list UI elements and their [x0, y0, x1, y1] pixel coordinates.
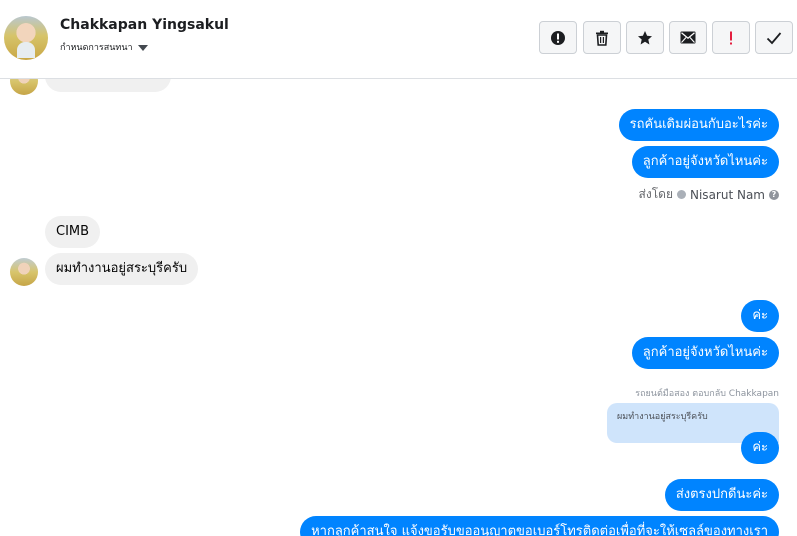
contact-name[interactable]: Chakkapan Yingsakul: [60, 17, 229, 33]
outgoing-message[interactable]: ค่ะ: [741, 432, 779, 464]
sent-by-info: ส่งโดย Nisarut Nam ?: [639, 185, 779, 204]
follow-up-button[interactable]: [712, 21, 750, 54]
outgoing-message[interactable]: หากลูกค้าสนใจ แจ้งขอรับขออนุญาตขอเบอร์โท…: [300, 516, 779, 536]
verified-icon: [677, 190, 686, 199]
follow-up-icon: [730, 31, 732, 44]
checkmark-icon: [766, 31, 782, 44]
outgoing-message[interactable]: ลูกค้าอยู่จังหวัดไหนค่ะ: [631, 337, 779, 369]
delete-button[interactable]: [583, 21, 621, 54]
caret-down-icon: [137, 44, 148, 51]
incoming-message[interactable]: ผมทำงานอยู่สระบุรีครับ: [45, 253, 199, 285]
contact-avatar-small[interactable]: [10, 79, 38, 95]
report-button[interactable]: [539, 21, 577, 54]
reply-context: รถยนต์มือสอง ตอบกลับ Chakkapan: [635, 389, 779, 399]
star-button[interactable]: [626, 21, 664, 54]
outgoing-message[interactable]: ค่ะ: [741, 300, 779, 332]
contact-avatar-small[interactable]: [10, 258, 38, 286]
sent-by-label: ส่งโดย: [638, 187, 673, 201]
conversation-header: Chakkapan Yingsakul กำหนดการสนทนา: [0, 0, 797, 79]
assign-conversation-dropdown[interactable]: กำหนดการสนทนา: [60, 40, 148, 54]
help-icon[interactable]: ?: [769, 189, 779, 200]
incoming-message[interactable]: CIMB: [45, 216, 101, 248]
outgoing-message[interactable]: ลูกค้าอยู่จังหวัดไหนค่ะ: [631, 146, 779, 178]
contact-avatar[interactable]: [4, 16, 48, 60]
envelope-icon: [680, 31, 696, 44]
report-icon: [551, 30, 565, 45]
trash-icon: [596, 30, 608, 46]
done-button[interactable]: [755, 21, 793, 54]
star-icon: [638, 30, 652, 44]
outgoing-message[interactable]: ส่งตรงปกดีนะค่ะ: [664, 479, 779, 511]
mark-unread-button[interactable]: [669, 21, 707, 54]
message-thread[interactable]: พนักงานบริษัทครับ รถคันเดิมผ่อนกับอะไรค่…: [0, 79, 797, 536]
incoming-message[interactable]: พนักงานบริษัทครับ: [45, 79, 172, 92]
assign-conversation-label: กำหนดการสนทนา: [60, 43, 133, 53]
sent-by-agent[interactable]: Nisarut Nam: [690, 188, 765, 202]
outgoing-message[interactable]: รถคันเดิมผ่อนกับอะไรค่ะ: [618, 109, 779, 141]
